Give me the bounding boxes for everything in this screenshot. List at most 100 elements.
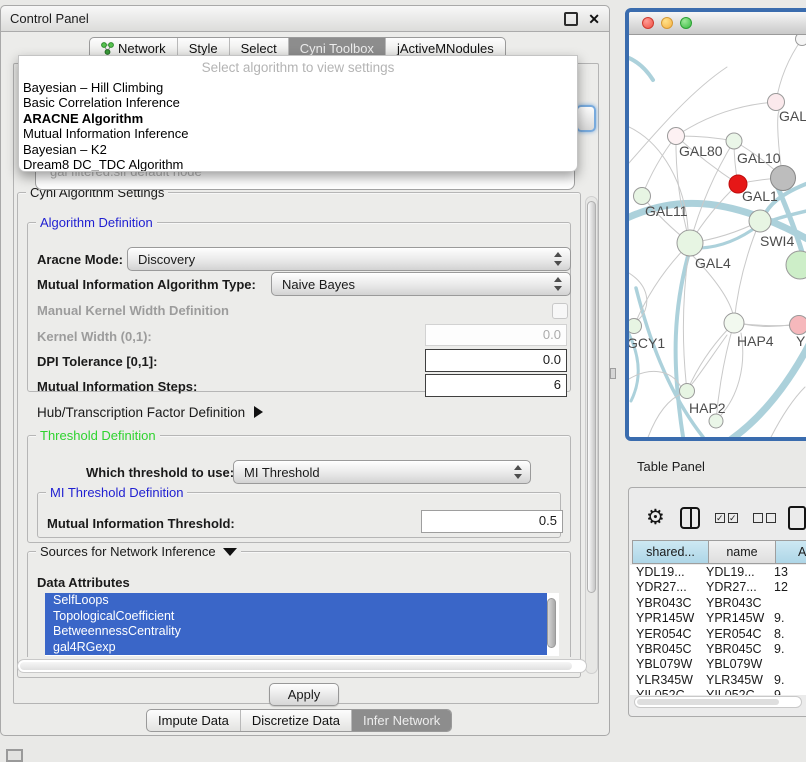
table-row[interactable]: YBR045CYBR045C9. — [630, 642, 806, 657]
attribute-list-item[interactable]: gal4RGexp — [45, 640, 547, 656]
select-all-columns-icon[interactable]: ✓✓ — [715, 513, 738, 523]
network-node-label: Y — [796, 333, 806, 349]
mi-threshold-field[interactable]: 0.5 — [421, 510, 563, 533]
settings-horizontal-scrollbar[interactable] — [17, 659, 587, 673]
manual-kernel-checkbox[interactable] — [552, 303, 568, 319]
table-cell: YBR045C — [706, 642, 774, 657]
float-panel-icon[interactable] — [564, 12, 578, 26]
focused-combo-stepper[interactable] — [576, 105, 596, 132]
table-cell: YPR145W — [706, 611, 774, 626]
which-threshold-combobox[interactable]: MI Threshold — [233, 460, 531, 484]
splitpane-handle[interactable] — [610, 368, 616, 379]
mi-type-combobox[interactable]: Naive Bayes — [271, 272, 571, 296]
hub-definition-label: Hub/Transcription Factor Definition — [37, 405, 245, 420]
network-node-swi4[interactable] — [749, 210, 771, 232]
application-root: Control Panel ✕ NetworkStyleSelectCyni T… — [0, 0, 806, 762]
network-graph[interactable]: GALGAL80GAL10GAL1GAL11SWI4GAL4GCY1HAP4YH… — [629, 35, 806, 438]
network-node-gcy1[interactable] — [629, 319, 642, 334]
network-window-titlebar[interactable] — [629, 12, 806, 35]
minimized-panel-icon[interactable] — [6, 749, 23, 762]
network-node-label: GAL80 — [679, 143, 723, 159]
algorithm-option[interactable]: Basic Correlation Inference — [19, 95, 577, 110]
sources-group-title[interactable]: Sources for Network Inference — [36, 544, 241, 559]
attribute-list-item[interactable]: SelfLoops — [45, 593, 547, 609]
algorithm-option[interactable]: ARACNE Algorithm — [19, 111, 577, 126]
gear-icon[interactable]: ⚙ — [646, 508, 665, 528]
tab-label: Cyni Toolbox — [300, 41, 374, 56]
table-cell: YIL052C — [706, 688, 774, 695]
algorithm-option[interactable]: Mutual Information Inference — [19, 126, 577, 141]
tab-impute-data[interactable]: Impute Data — [147, 710, 241, 731]
kernel-width-field[interactable]: 0.0 — [425, 324, 567, 346]
data-attributes-list[interactable]: SelfLoopsTopologicalCoefficientBetweenne… — [45, 593, 559, 656]
close-traffic-light[interactable] — [642, 17, 654, 29]
network-node[interactable] — [709, 414, 723, 428]
table-row[interactable]: YIL052CYIL052C9 — [630, 688, 806, 695]
algorithm-dropdown-items: Bayesian – Hill ClimbingBasic Correlatio… — [19, 80, 577, 172]
attribute-list-item[interactable]: TopologicalCoefficient — [45, 609, 547, 625]
network-node-hap2[interactable] — [680, 384, 695, 399]
table-cell: YBL079W — [630, 657, 706, 672]
collapse-down-icon[interactable] — [223, 548, 237, 556]
network-node-hap4[interactable] — [724, 313, 744, 333]
table-row[interactable]: YBL079WYBL079W — [630, 657, 806, 672]
network-node-gal10[interactable] — [726, 133, 742, 149]
table-row[interactable]: YER054CYER054C8. — [630, 627, 806, 642]
network-node-y[interactable] — [790, 316, 806, 335]
dpi-tolerance-field[interactable]: 0.0 — [425, 349, 567, 372]
algorithm-option[interactable]: Dream8 DC_TDC Algorithm — [19, 157, 577, 172]
settings-vertical-scrollbar[interactable] — [585, 196, 598, 674]
combo-stepper-icon — [554, 277, 563, 291]
table-cell: YPR145W — [630, 611, 706, 626]
mi-threshold-group-title: MI Threshold Definition — [46, 485, 187, 500]
minimize-traffic-light[interactable] — [661, 17, 673, 29]
apply-button[interactable]: Apply — [269, 683, 339, 706]
collapse-right-icon[interactable] — [254, 406, 263, 418]
hub-definition-toggle[interactable]: Hub/Transcription Factor Definition — [37, 405, 263, 420]
mi-threshold-label: Mutual Information Threshold: — [47, 516, 235, 531]
aracne-mode-combobox[interactable]: Discovery — [127, 247, 571, 271]
sources-title-text: Sources for Network Inference — [40, 544, 216, 559]
tab-infer-network[interactable]: Infer Network — [352, 710, 451, 731]
network-node-gal80[interactable] — [668, 128, 685, 145]
table-row[interactable]: YDR27...YDR27...12 — [630, 580, 806, 595]
table-horizontal-scrollbar[interactable] — [634, 696, 802, 708]
new-table-icon[interactable] — [788, 506, 806, 530]
control-panel-titlebar[interactable]: Control Panel ✕ — [1, 6, 609, 32]
algorithm-option[interactable]: Bayesian – K2 — [19, 142, 577, 157]
network-edge-highlighted — [726, 341, 806, 438]
deselect-all-columns-icon[interactable] — [753, 513, 776, 523]
table-column-header[interactable]: name — [709, 540, 776, 564]
network-node[interactable] — [796, 35, 806, 46]
table-column-header[interactable]: A — [776, 540, 806, 564]
table-cell: YIL052C — [630, 688, 706, 695]
tab-label: Impute Data — [158, 713, 229, 728]
network-canvas[interactable]: GALGAL80GAL10GAL1GAL11SWI4GAL4GCY1HAP4YH… — [629, 35, 806, 438]
table-cell: 12 — [774, 580, 806, 595]
algorithm-option[interactable]: Bayesian – Hill Climbing — [19, 80, 577, 95]
table-horizontal-scrollbar-thumb[interactable] — [637, 699, 779, 705]
table-row[interactable]: YBR043CYBR043C — [630, 596, 806, 611]
network-node-gal4[interactable] — [677, 230, 703, 256]
table-column-header[interactable]: shared... — [632, 540, 709, 564]
zoom-traffic-light[interactable] — [680, 17, 692, 29]
tab-discretize-data[interactable]: Discretize Data — [241, 710, 352, 731]
close-panel-icon[interactable]: ✕ — [588, 14, 600, 24]
settings-vertical-scrollbar-thumb[interactable] — [587, 201, 596, 593]
show-columns-icon[interactable] — [680, 507, 700, 529]
table-row[interactable]: YDL19...YDL19...13 — [630, 565, 806, 580]
network-edge — [734, 221, 760, 323]
attributes-list-scrollbar-thumb[interactable] — [547, 598, 556, 648]
mi-steps-field[interactable]: 6 — [425, 374, 567, 397]
settings-horizontal-scrollbar-thumb[interactable] — [20, 662, 572, 670]
table-body[interactable]: YDL19...YDL19...13YDR27...YDR27...12YBR0… — [630, 565, 806, 695]
table-cell: 9. — [774, 673, 806, 688]
attribute-list-item[interactable]: BetweennessCentrality — [45, 624, 547, 640]
network-node[interactable] — [786, 251, 806, 279]
network-node-label: GCY1 — [629, 335, 665, 351]
network-node[interactable] — [771, 166, 796, 191]
table-cell: YBR043C — [706, 596, 774, 611]
table-row[interactable]: YLR345WYLR345W9. — [630, 673, 806, 688]
table-row[interactable]: YPR145WYPR145W9. — [630, 611, 806, 626]
network-node-gal11[interactable] — [634, 188, 651, 205]
